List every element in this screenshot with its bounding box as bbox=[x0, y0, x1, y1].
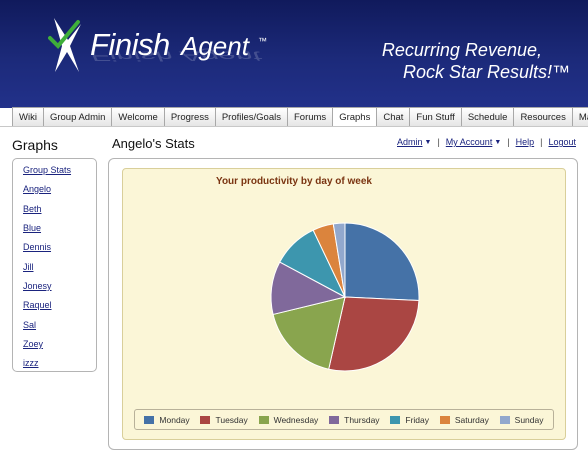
legend-item-friday[interactable]: Friday bbox=[390, 415, 429, 425]
legend-item-monday[interactable]: Monday bbox=[144, 414, 190, 425]
admin-menu-link[interactable]: Admin bbox=[397, 137, 423, 147]
app-root: Finish Agent ™ Finish Agent Recurring Re… bbox=[0, 0, 588, 450]
legend-label: Tuesday bbox=[215, 414, 248, 425]
page-title: Angelo's Stats bbox=[112, 136, 195, 151]
legend-label: Saturday bbox=[454, 414, 489, 425]
tab-chat[interactable]: Chat bbox=[376, 107, 411, 127]
tab-fun-stuff[interactable]: Fun Stuff bbox=[409, 107, 462, 127]
tab-welcome[interactable]: Welcome bbox=[111, 107, 165, 127]
sidebar-item-izzz[interactable]: izzz bbox=[23, 358, 39, 368]
tab-schedule[interactable]: Schedule bbox=[460, 107, 515, 127]
sidebar-item-beth[interactable]: Beth bbox=[23, 204, 42, 214]
separator: | bbox=[437, 137, 440, 147]
tab-mail[interactable]: Mail bbox=[571, 107, 588, 127]
chart-legend: Monday Tuesday Wednesday Thursday Friday Satu… bbox=[134, 409, 554, 430]
tab-wiki[interactable]: Wiki bbox=[12, 107, 44, 127]
tab-group-admin[interactable]: Group Admin bbox=[42, 107, 113, 127]
legend-swatch bbox=[144, 415, 155, 424]
header-banner: Finish Agent ™ Finish Agent Recurring Re… bbox=[0, 0, 588, 108]
chart-title: Your productivity by day of week bbox=[216, 176, 372, 187]
legend-item-thursday[interactable]: Thursday bbox=[329, 414, 380, 425]
account-links: Admin ▼ | My Account ▼ | Help | Logout bbox=[397, 137, 576, 147]
main-nav-tabs: Wiki Group Admin Welcome Progress Profil… bbox=[12, 107, 588, 127]
sidebar-item-group-stats[interactable]: Group Stats bbox=[23, 165, 71, 175]
legend-swatch bbox=[200, 415, 211, 424]
separator: | bbox=[540, 137, 543, 147]
tab-underline-divider bbox=[0, 126, 588, 127]
tab-progress[interactable]: Progress bbox=[163, 107, 216, 127]
sidebar-item-jill[interactable]: Jill bbox=[23, 262, 34, 272]
legend-item-sunday[interactable]: Sunday bbox=[499, 414, 544, 425]
legend-label: Sunday bbox=[514, 414, 544, 425]
sidebar-item-raquel[interactable]: Raquel bbox=[23, 300, 52, 310]
sidebar-title: Graphs bbox=[12, 137, 58, 153]
tagline-line-2: Rock Star Results!™ bbox=[402, 62, 570, 82]
legend-item-saturday[interactable]: Saturday bbox=[439, 414, 489, 425]
legend-label: Monday bbox=[159, 414, 190, 425]
legend-item-tuesday[interactable]: Tuesday bbox=[200, 414, 248, 425]
sidebar-item-zoey[interactable]: Zoey bbox=[23, 339, 43, 349]
legend-swatch bbox=[439, 415, 450, 424]
logo-reflection: Finish Agent bbox=[90, 48, 262, 64]
tab-forums[interactable]: Forums bbox=[286, 107, 334, 127]
sidebar-panel: Group Stats Angelo Beth Blue Dennis Jill… bbox=[12, 158, 97, 372]
legend-swatch bbox=[258, 415, 269, 424]
logout-link[interactable]: Logout bbox=[548, 137, 576, 147]
my-account-menu-link[interactable]: My Account bbox=[446, 137, 493, 147]
tab-profiles-goals[interactable]: Profiles/Goals bbox=[214, 107, 288, 127]
separator: | bbox=[507, 137, 510, 147]
logo-trademark: ™ bbox=[258, 36, 267, 46]
account-chevron-down-icon[interactable]: ▼ bbox=[494, 139, 501, 146]
sidebar-item-jonesy[interactable]: Jonesy bbox=[23, 281, 52, 291]
sidebar-item-blue[interactable]: Blue bbox=[23, 223, 41, 233]
pie-slice-monday bbox=[344, 222, 420, 302]
admin-chevron-down-icon[interactable]: ▼ bbox=[425, 139, 432, 146]
tagline-line-1: Recurring Revenue, bbox=[381, 40, 542, 60]
help-link[interactable]: Help bbox=[516, 137, 535, 147]
legend-swatch bbox=[390, 415, 401, 424]
legend-label: Friday bbox=[405, 414, 429, 425]
tab-graphs[interactable]: Graphs bbox=[332, 107, 378, 127]
legend-label: Wednesday bbox=[273, 414, 319, 425]
pie-chart bbox=[270, 222, 420, 372]
legend-label: Thursday bbox=[344, 414, 380, 425]
legend-swatch bbox=[329, 415, 340, 424]
sidebar-item-dennis[interactable]: Dennis bbox=[23, 242, 51, 252]
legend-item-wednesday[interactable]: Wednesday bbox=[258, 414, 319, 425]
sidebar-item-sal[interactable]: Sal bbox=[23, 320, 36, 330]
legend-swatch bbox=[499, 415, 510, 424]
logo-figure-icon bbox=[48, 18, 81, 72]
tab-resources[interactable]: Resources bbox=[513, 107, 573, 127]
